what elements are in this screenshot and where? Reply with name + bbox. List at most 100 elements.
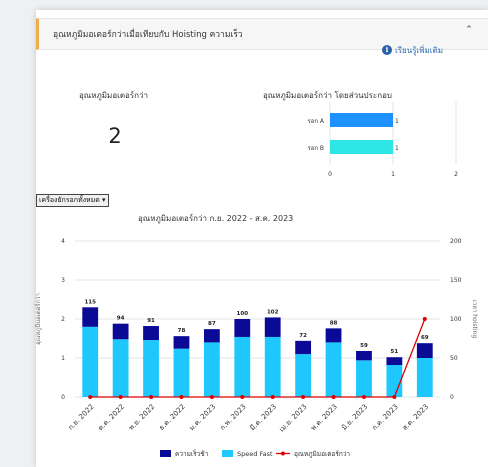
learn-more-label: เรียนรู้เพิ่มเติม [395, 45, 443, 55]
y-left-tick-label: 2 [61, 316, 65, 323]
speed-fast-bar [173, 348, 190, 397]
total-data-label: 78 [178, 328, 186, 334]
y-right-tick-label: 50 [450, 355, 458, 362]
legend-label-fast: Speed Fast [237, 450, 273, 458]
y-left-tick-label: 0 [61, 394, 65, 401]
y-right-tick-label: 0 [450, 394, 454, 401]
speed-fast-bar [325, 342, 342, 397]
y-right-tick-label: 200 [450, 238, 462, 245]
total-data-label: 69 [421, 335, 429, 341]
slow-speed-bar [416, 343, 433, 358]
y-left-tick-label: 3 [61, 277, 65, 284]
speed-fast-bar [203, 342, 220, 397]
speed-fast-bar [264, 336, 281, 397]
motor-temp-point [301, 395, 306, 399]
y-right-tick-label: 100 [450, 316, 462, 323]
total-data-label: 51 [391, 349, 399, 355]
metric-label: อุณหภูมิมอเตอร์กว่า [79, 91, 148, 100]
total-data-label: 115 [84, 299, 96, 305]
total-data-label: 100 [237, 311, 249, 317]
y-left-axis-title: อุณหภูมิมอเตอร์กว่า [34, 293, 42, 345]
x-tick-label: ม.ค. 2023 [188, 403, 218, 433]
hoist-filter-select[interactable]: เครื่องยักรอกทั้งหมด ▾ [36, 194, 109, 207]
speed-fast-bar [112, 339, 129, 397]
slow-speed-bar [325, 328, 342, 343]
x-tick-label: ธ.ค. 2022 [158, 403, 187, 432]
x-tick-label: 2 [454, 171, 458, 178]
slow-speed-bar [264, 317, 281, 337]
speed-fast-bar [416, 358, 433, 397]
monthly-combo-chart: 0 1 2 3 4 0 50 100 150 200 อุณหภูมิมอเตอร์กว่า เวลา… [34, 238, 478, 458]
motor-temp-point [331, 395, 336, 399]
x-tick-label: พ.ค. 2023 [309, 403, 339, 433]
slow-speed-bar [143, 326, 159, 341]
x-tick-label: ส.ค. 2023 [401, 403, 430, 432]
y-right-axis-title: เวลา hoisting [471, 300, 478, 338]
speed-fast-bar [143, 340, 159, 397]
x-tick-label: มี.ค. 2023 [249, 403, 279, 433]
y-left-tick-label: 1 [61, 355, 65, 362]
slow-speed-bar [112, 323, 129, 340]
total-data-label: 102 [267, 309, 279, 315]
legend-label-line: อุณหภูมิมอเตอร์กว่า [294, 450, 350, 458]
speed-fast-bar [386, 365, 403, 397]
slow-speed-bar [295, 340, 312, 355]
legend-swatch-fast [222, 450, 233, 457]
motor-temp-point [361, 395, 366, 399]
slow-speed-bar [234, 319, 251, 337]
component-chart-title: อุณหภูมิมอเตอร์กว่า โดยส่วนประกอบ [263, 91, 392, 100]
bar-data-label: 1 [395, 118, 399, 125]
x-tick-label: พ.ย. 2022 [127, 403, 156, 432]
panel-title: อุณหภูมิมอเตอร์กว่าเมื่อเทียบกับ Hoistin… [53, 30, 243, 40]
legend-swatch-slow [160, 450, 171, 457]
chevron-down-icon: ▾ [102, 196, 106, 204]
x-tick-label: ก.ค. 2023 [370, 403, 399, 432]
total-data-label: 72 [299, 333, 307, 339]
monthly-chart-title: อุณหภูมิมอเตอร์กว่า ก.ย. 2022 - ส.ค. 202… [138, 214, 294, 223]
motor-temp-point [149, 395, 154, 399]
speed-fast-bar [356, 360, 372, 397]
motor-temp-point [270, 395, 275, 399]
slow-speed-bar [203, 329, 220, 343]
bar-data-label: 1 [395, 145, 399, 152]
speed-fast-bar [234, 336, 251, 397]
category-label: รอก A [308, 118, 325, 125]
x-tick-label: 0 [328, 171, 332, 178]
metric-value: 2 [108, 124, 122, 148]
speed-fast-bar [295, 354, 312, 397]
x-tick-label: ต.ค. 2022 [97, 403, 126, 432]
legend-swatch-point [281, 451, 285, 456]
info-icon: i [382, 45, 392, 55]
y-right-tick-label: 150 [450, 277, 462, 284]
total-data-label: 94 [117, 316, 125, 322]
component-bar-chart: 0 1 2 รอก A 1 รอก B 1 [308, 102, 458, 178]
x-tick-label: มิ.ย. 2023 [340, 403, 369, 432]
speed-fast-bar [82, 326, 99, 397]
chevron-up-icon[interactable]: ⌃ [462, 25, 476, 41]
motor-temp-point [392, 395, 397, 399]
x-tick-label: เม.ย. 2023 [278, 403, 309, 434]
motor-temp-point [118, 395, 123, 399]
motor-temp-point [179, 395, 184, 399]
slow-speed-bar [82, 307, 99, 327]
total-data-label: 91 [147, 318, 155, 324]
category-label: รอก B [308, 145, 324, 152]
slow-speed-bar [356, 350, 372, 361]
x-tick-label: ก.พ. 2023 [218, 403, 247, 432]
learn-more-link[interactable]: i เรียนรู้เพิ่มเติม [382, 43, 443, 57]
x-tick-label: 1 [391, 171, 395, 178]
slow-speed-bar [386, 357, 403, 366]
motor-temp-point [209, 395, 214, 399]
total-data-label: 59 [360, 343, 368, 349]
slow-speed-bar [173, 336, 190, 349]
legend-label-slow: ความเร็วช้า [175, 449, 209, 458]
total-data-label: 88 [330, 320, 338, 326]
x-tick-label: ก.ย. 2022 [67, 403, 96, 432]
component-bar [330, 113, 393, 127]
total-data-label: 87 [208, 321, 216, 327]
y-left-tick-label: 4 [61, 238, 65, 245]
motor-temp-point [88, 395, 93, 399]
motor-temp-point [422, 317, 427, 321]
hoist-filter-value: เครื่องยักรอกทั้งหมด [39, 196, 100, 204]
motor-temp-point [240, 395, 245, 399]
